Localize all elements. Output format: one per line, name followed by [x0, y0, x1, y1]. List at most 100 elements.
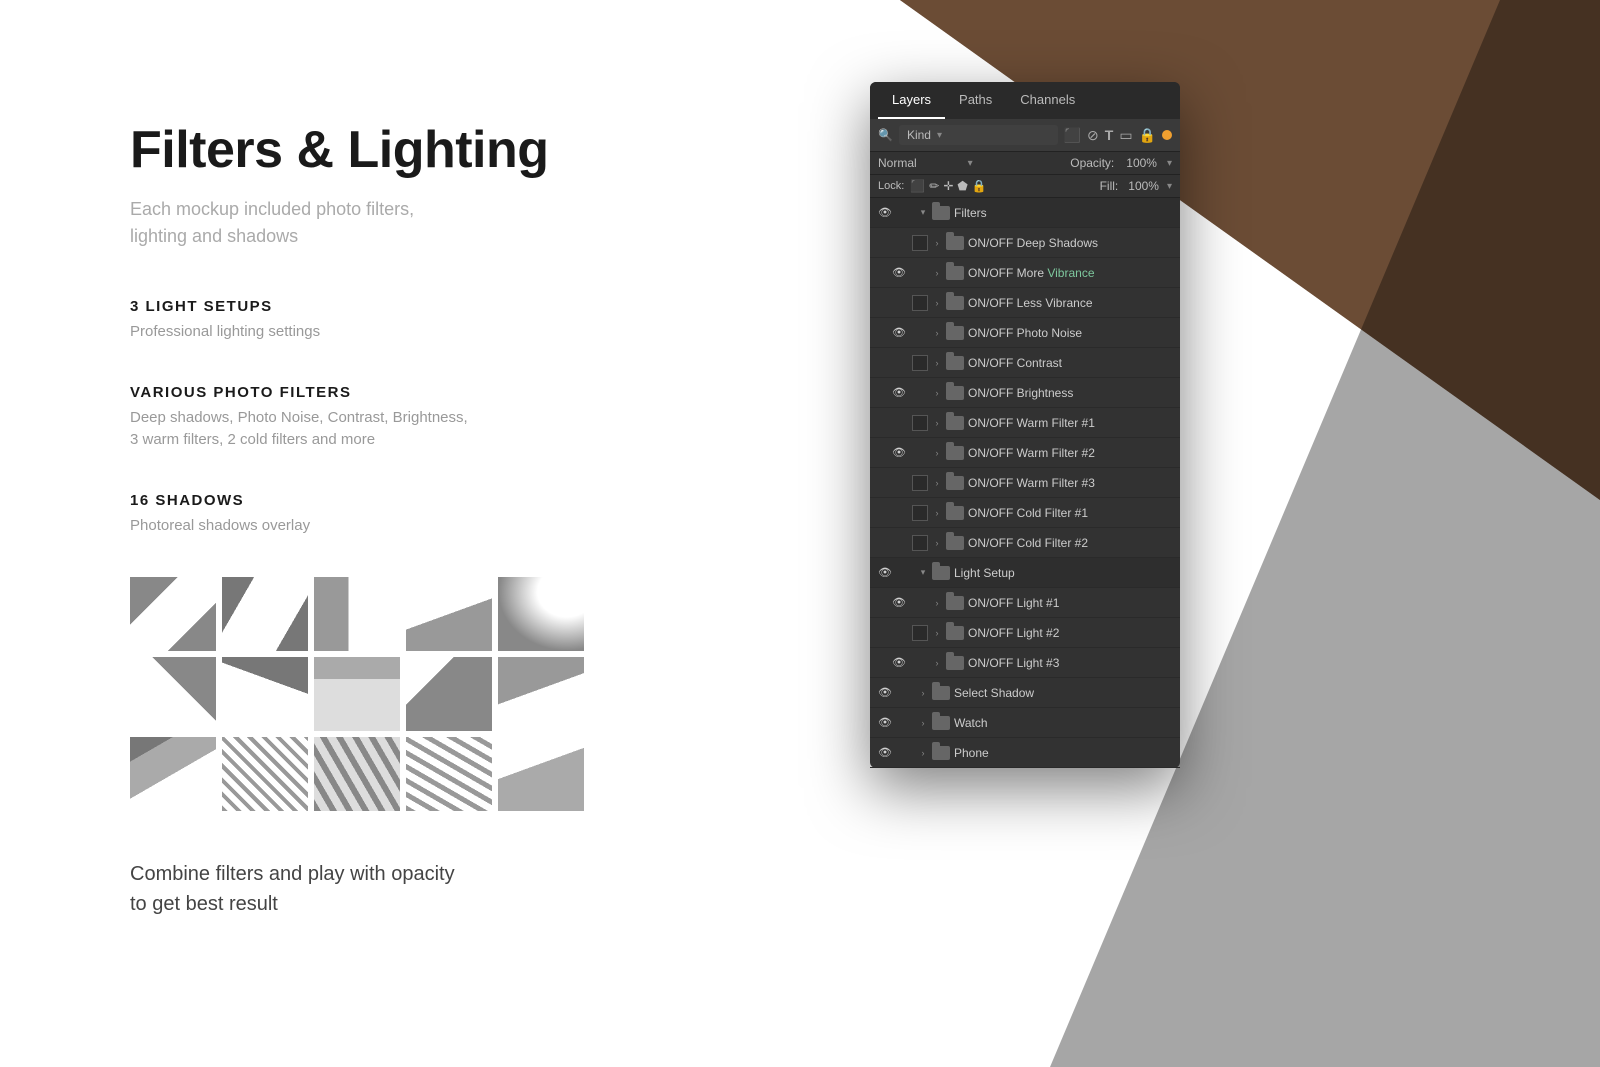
folder-icon-select-shadow: [932, 686, 950, 700]
layer-watch[interactable]: › Watch: [870, 708, 1180, 738]
tab-channels[interactable]: Channels: [1006, 82, 1089, 119]
eye-icon-brightness[interactable]: [890, 384, 908, 402]
chevron-less-vibrance[interactable]: ›: [932, 298, 942, 308]
checkbox-warm1[interactable]: [912, 415, 928, 431]
layer-brightness[interactable]: › ON/OFF Brightness: [870, 378, 1180, 408]
chevron-warm2[interactable]: ›: [932, 448, 942, 458]
layer-warm1[interactable]: › ON/OFF Warm Filter #1: [870, 408, 1180, 438]
chevron-warm1[interactable]: ›: [932, 418, 942, 428]
layer-name-warm3: ON/OFF Warm Filter #3: [968, 476, 1174, 490]
chevron-light1[interactable]: ›: [932, 598, 942, 608]
chevron-phone[interactable]: ›: [918, 748, 928, 758]
layer-deep-shadows[interactable]: › ON/OFF Deep Shadows: [870, 228, 1180, 258]
layer-photo-noise[interactable]: › ON/OFF Photo Noise: [870, 318, 1180, 348]
eye-icon-warm2[interactable]: [890, 444, 908, 462]
eye-icon-less-vibrance[interactable]: [890, 294, 908, 312]
smart-icon: 🔒: [1139, 127, 1156, 144]
eye-icon-phone[interactable]: [876, 744, 894, 762]
checkbox-less-vibrance[interactable]: [912, 295, 928, 311]
layer-name-light3: ON/OFF Light #3: [968, 656, 1174, 670]
folder-icon-cold2: [946, 536, 964, 550]
layer-name-less-vibrance: ON/OFF Less Vibrance: [968, 296, 1174, 310]
chevron-watch[interactable]: ›: [918, 718, 928, 728]
eye-icon-cold2[interactable]: [890, 534, 908, 552]
fill-chevron-icon: ▾: [1167, 181, 1172, 192]
layer-name-contrast: ON/OFF Contrast: [968, 356, 1174, 370]
eye-icon-cold1[interactable]: [890, 504, 908, 522]
folder-icon-light-setup: [932, 566, 950, 580]
eye-icon-more-vibrance[interactable]: [890, 264, 908, 282]
eye-icon-light-setup[interactable]: [876, 564, 894, 582]
lock-brush-icon[interactable]: ✏: [929, 179, 939, 193]
layer-warm2[interactable]: › ON/OFF Warm Filter #2: [870, 438, 1180, 468]
lock-all-icon[interactable]: 🔒: [972, 179, 987, 193]
chevron-light3[interactable]: ›: [932, 658, 942, 668]
eye-icon-light3[interactable]: [890, 654, 908, 672]
opacity-label: Opacity:: [1070, 156, 1114, 170]
eye-icon-light2[interactable]: [890, 624, 908, 642]
eye-icon-warm3[interactable]: [890, 474, 908, 492]
photoshop-panel: Layers Paths Channels 🔍 Kind ▾ ⬛ ⊘ T ▭ 🔒…: [870, 82, 1180, 768]
blend-chevron-icon: ▾: [968, 158, 973, 169]
shadow-thumb-3: [314, 577, 400, 651]
chevron-filters[interactable]: ▾: [918, 208, 928, 218]
shadow-thumb-9: [406, 657, 492, 731]
kind-label: Kind: [907, 128, 931, 142]
layer-light-setup-group[interactable]: ▾ Light Setup: [870, 558, 1180, 588]
layer-cold2[interactable]: › ON/OFF Cold Filter #2: [870, 528, 1180, 558]
layer-filters-group[interactable]: ▾ Filters: [870, 198, 1180, 228]
chevron-select-shadow[interactable]: ›: [918, 688, 928, 698]
checkbox-warm3[interactable]: [912, 475, 928, 491]
chevron-more-vibrance[interactable]: ›: [932, 268, 942, 278]
chevron-cold1[interactable]: ›: [932, 508, 942, 518]
folder-icon-brightness: [946, 386, 964, 400]
layer-less-vibrance[interactable]: › ON/OFF Less Vibrance: [870, 288, 1180, 318]
layer-cold1[interactable]: › ON/OFF Cold Filter #1: [870, 498, 1180, 528]
chevron-photo-noise[interactable]: ›: [932, 328, 942, 338]
chevron-cold2[interactable]: ›: [932, 538, 942, 548]
layer-more-vibrance[interactable]: › ON/OFF More Vibrance: [870, 258, 1180, 288]
chevron-warm3[interactable]: ›: [932, 478, 942, 488]
eye-icon-filters[interactable]: [876, 204, 894, 222]
layer-name-light2: ON/OFF Light #2: [968, 626, 1174, 640]
layer-light1[interactable]: › ON/OFF Light #1: [870, 588, 1180, 618]
checkbox-contrast[interactable]: [912, 355, 928, 371]
layer-contrast[interactable]: › ON/OFF Contrast: [870, 348, 1180, 378]
lock-artboard-icon[interactable]: ⬟: [957, 179, 967, 193]
chevron-deep-shadows[interactable]: ›: [932, 238, 942, 248]
fill-value[interactable]: 100%: [1128, 179, 1159, 193]
checkbox-cold1[interactable]: [912, 505, 928, 521]
checkbox-cold2[interactable]: [912, 535, 928, 551]
tab-paths[interactable]: Paths: [945, 82, 1006, 119]
folder-icon-contrast: [946, 356, 964, 370]
layer-select-shadow[interactable]: › Select Shadow: [870, 678, 1180, 708]
layer-phone[interactable]: › Phone: [870, 738, 1180, 768]
folder-icon-warm1: [946, 416, 964, 430]
lock-position-icon[interactable]: ✛: [943, 179, 953, 193]
checkbox-deep-shadows[interactable]: [912, 235, 928, 251]
folder-icon-deep-shadows: [946, 236, 964, 250]
eye-icon-photo-noise[interactable]: [890, 324, 908, 342]
chevron-contrast[interactable]: ›: [932, 358, 942, 368]
pixel-icon: ⬛: [1064, 127, 1081, 144]
eye-icon-light1[interactable]: [890, 594, 908, 612]
eye-icon-contrast[interactable]: [890, 354, 908, 372]
opacity-value[interactable]: 100%: [1126, 156, 1157, 170]
layer-warm3[interactable]: › ON/OFF Warm Filter #3: [870, 468, 1180, 498]
blend-mode[interactable]: Normal: [878, 156, 960, 170]
kind-select[interactable]: Kind ▾: [899, 125, 1058, 145]
chevron-brightness[interactable]: ›: [932, 388, 942, 398]
tab-layers[interactable]: Layers: [878, 82, 945, 119]
eye-icon-watch[interactable]: [876, 714, 894, 732]
layer-light2[interactable]: › ON/OFF Light #2: [870, 618, 1180, 648]
lock-pixel-icon[interactable]: ⬛: [910, 179, 925, 193]
eye-icon-deep-shadows[interactable]: [890, 234, 908, 252]
chevron-light2[interactable]: ›: [932, 628, 942, 638]
shadow-thumb-13: [314, 737, 400, 811]
checkbox-light2[interactable]: [912, 625, 928, 641]
layer-light3[interactable]: › ON/OFF Light #3: [870, 648, 1180, 678]
layer-name-warm1: ON/OFF Warm Filter #1: [968, 416, 1174, 430]
chevron-light-setup[interactable]: ▾: [918, 568, 928, 578]
eye-icon-warm1[interactable]: [890, 414, 908, 432]
eye-icon-select-shadow[interactable]: [876, 684, 894, 702]
